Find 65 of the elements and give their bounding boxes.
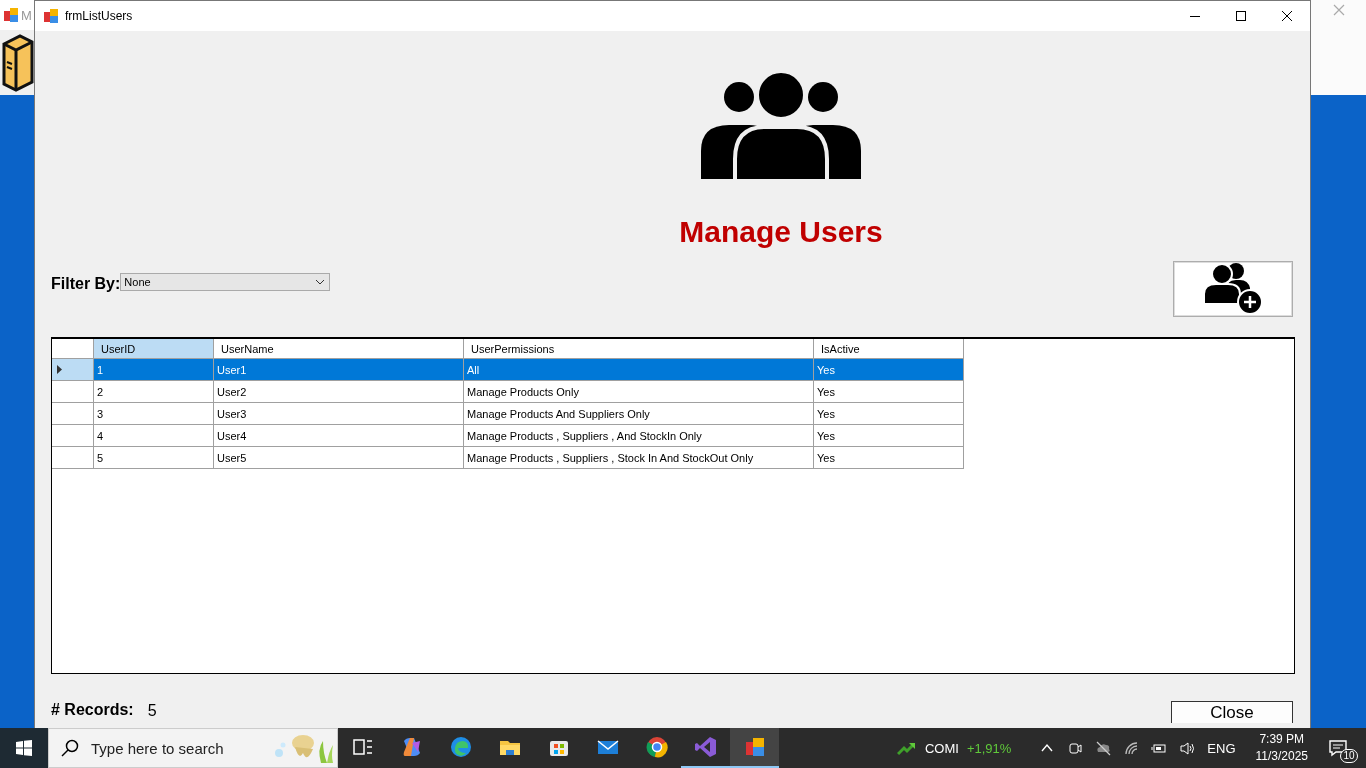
column-header[interactable]: UserPermissions [463, 339, 814, 359]
volume-icon[interactable] [1179, 740, 1196, 756]
table-cell: User3 [213, 402, 464, 425]
box-icon [0, 32, 34, 92]
filter-dropdown[interactable]: None [120, 273, 331, 291]
records-label: # Records: [51, 701, 134, 719]
wifi-icon[interactable] [1123, 740, 1140, 756]
table-cell: Yes [813, 380, 964, 403]
browser-icon [448, 735, 473, 759]
start-button[interactable] [0, 728, 48, 768]
table-cell: User2 [213, 380, 464, 403]
windows-icon [16, 740, 32, 756]
add-user-button[interactable] [1173, 261, 1293, 317]
taskbar-app[interactable] [730, 728, 779, 768]
column-header[interactable]: IsActive [813, 339, 964, 359]
table-cell: User5 [213, 446, 464, 469]
current-row-icon [57, 364, 62, 374]
table-cell: Manage Products And Suppliers Only [463, 402, 814, 425]
table-cell: User4 [213, 424, 464, 447]
table-cell: 2 [93, 380, 214, 403]
row-header[interactable] [52, 380, 94, 403]
stock-change: +1,91% [966, 740, 1012, 756]
table-cell: 3 [93, 402, 214, 425]
close-button[interactable]: Close [1171, 701, 1293, 723]
column-header[interactable]: UserID [93, 339, 214, 359]
table-cell: Yes [813, 446, 964, 469]
column-header[interactable]: UserName [213, 339, 464, 359]
page-heading: Manage Users [679, 215, 883, 249]
cloud-off-icon[interactable] [1095, 740, 1112, 756]
table-cell: 5 [93, 446, 214, 469]
camera-icon[interactable] [1067, 740, 1084, 756]
row-header[interactable] [52, 424, 94, 447]
app-icon [3, 7, 19, 23]
clock[interactable]: 7:39 PM 11/3/2025 [1255, 731, 1308, 765]
window-title: frmListUsers [65, 9, 134, 23]
window-title: M [21, 7, 32, 23]
add-user-icon [1202, 262, 1264, 316]
row-header[interactable] [52, 358, 94, 381]
table-cell: Manage Products Only [463, 380, 814, 403]
table-cell: Manage Products , Suppliers , And StockIn Only [463, 424, 814, 447]
search-bar[interactable]: Type here to search [48, 728, 338, 768]
records-count: 5 [147, 702, 157, 720]
table-cell: Yes [813, 358, 964, 381]
table-cell: Yes [813, 402, 964, 425]
row-header[interactable] [52, 402, 94, 425]
notification-button[interactable]: 10 [1326, 730, 1360, 766]
table-cell: User1 [213, 358, 464, 381]
search-field[interactable]: Type here to search [89, 738, 258, 758]
close-icon [1282, 11, 1292, 21]
maximize-icon [1236, 11, 1246, 21]
table-cell: All [463, 358, 814, 381]
table-cell: 4 [93, 424, 214, 447]
table-cell: Yes [813, 424, 964, 447]
row-header[interactable] [52, 446, 94, 469]
studio-icon [693, 735, 718, 759]
app-icon [43, 8, 59, 24]
filter-label: Filter By: [51, 275, 121, 293]
table-cell: Manage Products , Suppliers , Stock In And StockOut Only [463, 446, 814, 469]
stock-up-icon [896, 740, 917, 756]
search-icon [61, 739, 79, 757]
caret-icon [315, 279, 326, 285]
browser-icon [644, 735, 669, 759]
notification-count: 10 [1340, 749, 1358, 763]
language-indicator[interactable]: ENG [1207, 740, 1236, 756]
stock-symbol: COMI [924, 740, 959, 756]
